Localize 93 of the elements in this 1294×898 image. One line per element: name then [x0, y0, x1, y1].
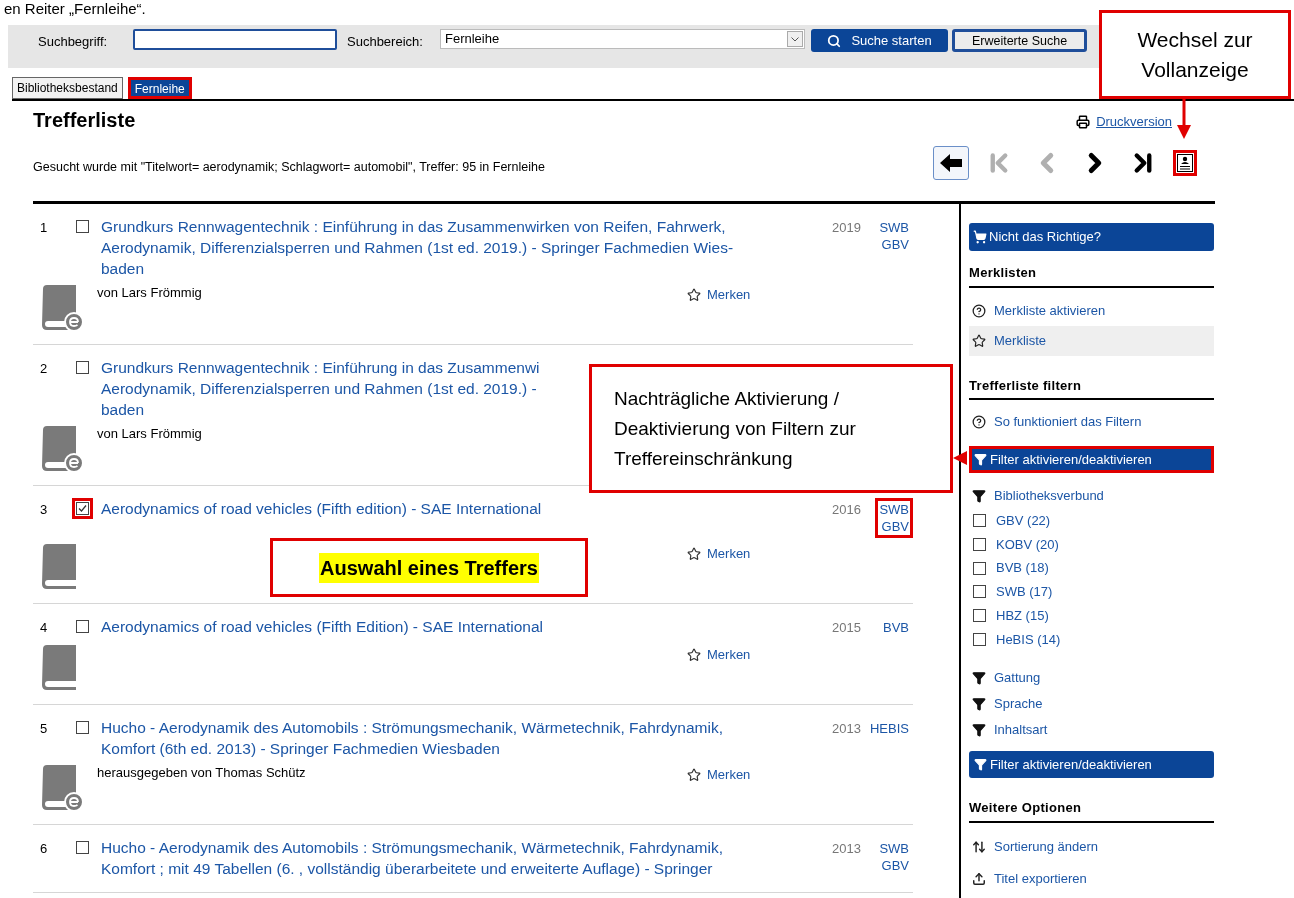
result-title-link[interactable]: Aerodynamics of road vehicles (Fifth Edition) - SAE International [101, 616, 543, 637]
result-number: 6 [39, 840, 49, 858]
result-year: 2019 [832, 219, 861, 237]
remember-link[interactable]: Merken [687, 285, 751, 305]
callout-arrow [953, 451, 967, 465]
help-link[interactable]: So funktioniert das Filtern [969, 408, 1214, 436]
filter-icon [974, 453, 987, 466]
result-year: 2016 [832, 501, 861, 519]
sidebar-item[interactable]: Sortierung ändern [969, 830, 1214, 863]
ebook-icon [40, 424, 84, 472]
ebook-icon [40, 283, 84, 331]
filter-icon [972, 723, 986, 738]
result-title-link[interactable]: Grundkurs Rennwagentechnik : Einführung in das Zusammenwirken von Reifen, Fahrwerk, Aerodynamik, Differenzialsperren und Rahmen (1st ed. 2019.) - Springer Fachmedien Wies- baden [101, 216, 734, 279]
back-button[interactable] [933, 146, 969, 180]
help-icon [972, 303, 986, 318]
result-number: 2 [39, 360, 49, 378]
result-year: 2013 [832, 720, 861, 738]
sidebar-item[interactable]: Titel exportieren [969, 862, 1214, 895]
source-links[interactable]: SWB GBV [875, 216, 913, 256]
star-icon [972, 333, 986, 348]
result-year: 2015 [832, 619, 861, 637]
facet-link[interactable]: Inhaltsart [969, 717, 1214, 744]
tab[interactable]: Bibliotheksbestand [12, 77, 123, 99]
callout: Nachträgliche Aktivierung / Deaktivierung von Filtern zur Treffereinschränkung [589, 364, 953, 493]
facet-link[interactable]: Bibliotheksverbund [969, 483, 1214, 509]
print-link[interactable]: Druckversion [1096, 112, 1172, 132]
filter-toggle-button[interactable]: Filter aktivieren/deaktivieren [969, 446, 1214, 473]
filter-toggle-button[interactable]: Filter aktivieren/deaktivieren [969, 751, 1214, 779]
arrow-left-icon [939, 153, 963, 173]
facet-option[interactable]: GBV (22) [996, 511, 1051, 531]
search-scope-select[interactable]: Fernleihe [440, 29, 805, 49]
star-icon [687, 647, 701, 662]
export-icon [972, 871, 986, 886]
callout-arrow [1177, 99, 1191, 139]
help-icon [972, 415, 986, 429]
source-links[interactable]: SWB GBV [875, 837, 913, 877]
sidebar-item[interactable]: Merkliste [969, 325, 1214, 356]
source-links[interactable]: SWB GBV [875, 498, 913, 538]
printer-icon [1076, 114, 1091, 129]
filter-icon [972, 489, 986, 503]
advanced-search-button[interactable]: Erweiterte Suche [952, 29, 1087, 52]
star-icon [687, 287, 701, 302]
facet-option[interactable]: BVB (18) [996, 558, 1049, 578]
facet-link[interactable]: Gattung [969, 665, 1214, 692]
remember-link[interactable]: Merken [687, 765, 751, 785]
search-button[interactable]: Suche starten [811, 29, 948, 52]
author-text: von Lars Frömmig [97, 425, 202, 443]
source-links[interactable]: BVB [879, 616, 913, 639]
facet-option[interactable]: HeBIS (14) [996, 629, 1061, 650]
sidebar-item[interactable]: Merkliste aktivieren [969, 295, 1214, 326]
facet-link[interactable]: Sprache [969, 691, 1214, 718]
sort-icon [972, 839, 986, 854]
caption-text: en Reiter „Fernleihe“. [3, 0, 147, 19]
remember-link[interactable]: Merken [687, 645, 751, 665]
sidebar-heading: Merklisten [969, 263, 1214, 288]
cart-icon [973, 230, 987, 244]
query-info-text: Gesucht wurde mit "Titelwort= aerodynamik; Schlagwort= automobil", Treffer: 95 in Fernleihe [33, 159, 545, 177]
result-title-link[interactable]: Hucho - Aerodynamik des Automobils : Strömungsmechanik, Wärmetechnik, Fahrdynamik, Komfort (6th ed. 2013) - Springer Fachmedien Wiesbaden [101, 717, 723, 759]
result-number: 3 [39, 501, 49, 519]
filter-icon [972, 671, 986, 686]
facet-option[interactable]: KOBV (20) [996, 534, 1059, 555]
star-icon [687, 767, 701, 782]
remember-link[interactable]: Merken [687, 544, 751, 564]
checkbox[interactable] [72, 498, 93, 519]
result-number: 4 [39, 619, 49, 637]
search-scope-label: Suchbereich: [347, 33, 424, 51]
result-title-link[interactable]: Grundkurs Rennwagentechnik : Einführung in das Zusammenwi Aerodynamik, Differenzialsperren und Rahmen (1st ed. 2019.) - baden [101, 357, 540, 420]
result-year: 2013 [832, 840, 861, 858]
author-text: herausgegeben von Thomas Schütz [97, 764, 306, 782]
full-view-icon[interactable] [1173, 150, 1197, 176]
result-number: 5 [39, 720, 49, 738]
result-title-link[interactable]: Hucho - Aerodynamik des Automobils : Strömungsmechanik, Wärmetechnik, Fahrdynamik, Komfort ; mit 49 Tabellen (6. , vollständig überarbeitete und erweiterte Auflage) - Springer [101, 837, 723, 879]
filter-icon [972, 697, 986, 712]
page-heading: Trefferliste [33, 108, 136, 133]
search-term-label: Suchbegriff: [38, 33, 109, 51]
ebook-icon [40, 763, 84, 811]
result-number: 1 [39, 219, 49, 237]
star-icon [687, 546, 701, 561]
tab[interactable]: Fernleihe [127, 77, 192, 99]
dropdown-caret-icon [791, 36, 799, 42]
search-icon [827, 33, 842, 48]
callout-text: Auswahl eines Treffers [319, 552, 539, 583]
search-field[interactable] [133, 29, 337, 50]
result-title-link[interactable]: Aerodynamics of road vehicles (Fifth edition) - SAE International [101, 498, 542, 519]
facet-option[interactable]: HBZ (15) [996, 605, 1049, 626]
filter-icon [974, 758, 987, 772]
wrong-result-button[interactable]: Nicht das Richtige? [969, 223, 1214, 251]
author-text: von Lars Frömmig [97, 284, 202, 302]
facet-option[interactable]: SWB (17) [996, 582, 1053, 602]
callout: Wechsel zur Vollanzeige [1099, 10, 1291, 99]
sidebar-heading: Trefferliste filtern [969, 375, 1214, 400]
source-links[interactable]: HEBIS [866, 717, 913, 740]
sidebar-heading: Weitere Optionen [969, 798, 1214, 823]
